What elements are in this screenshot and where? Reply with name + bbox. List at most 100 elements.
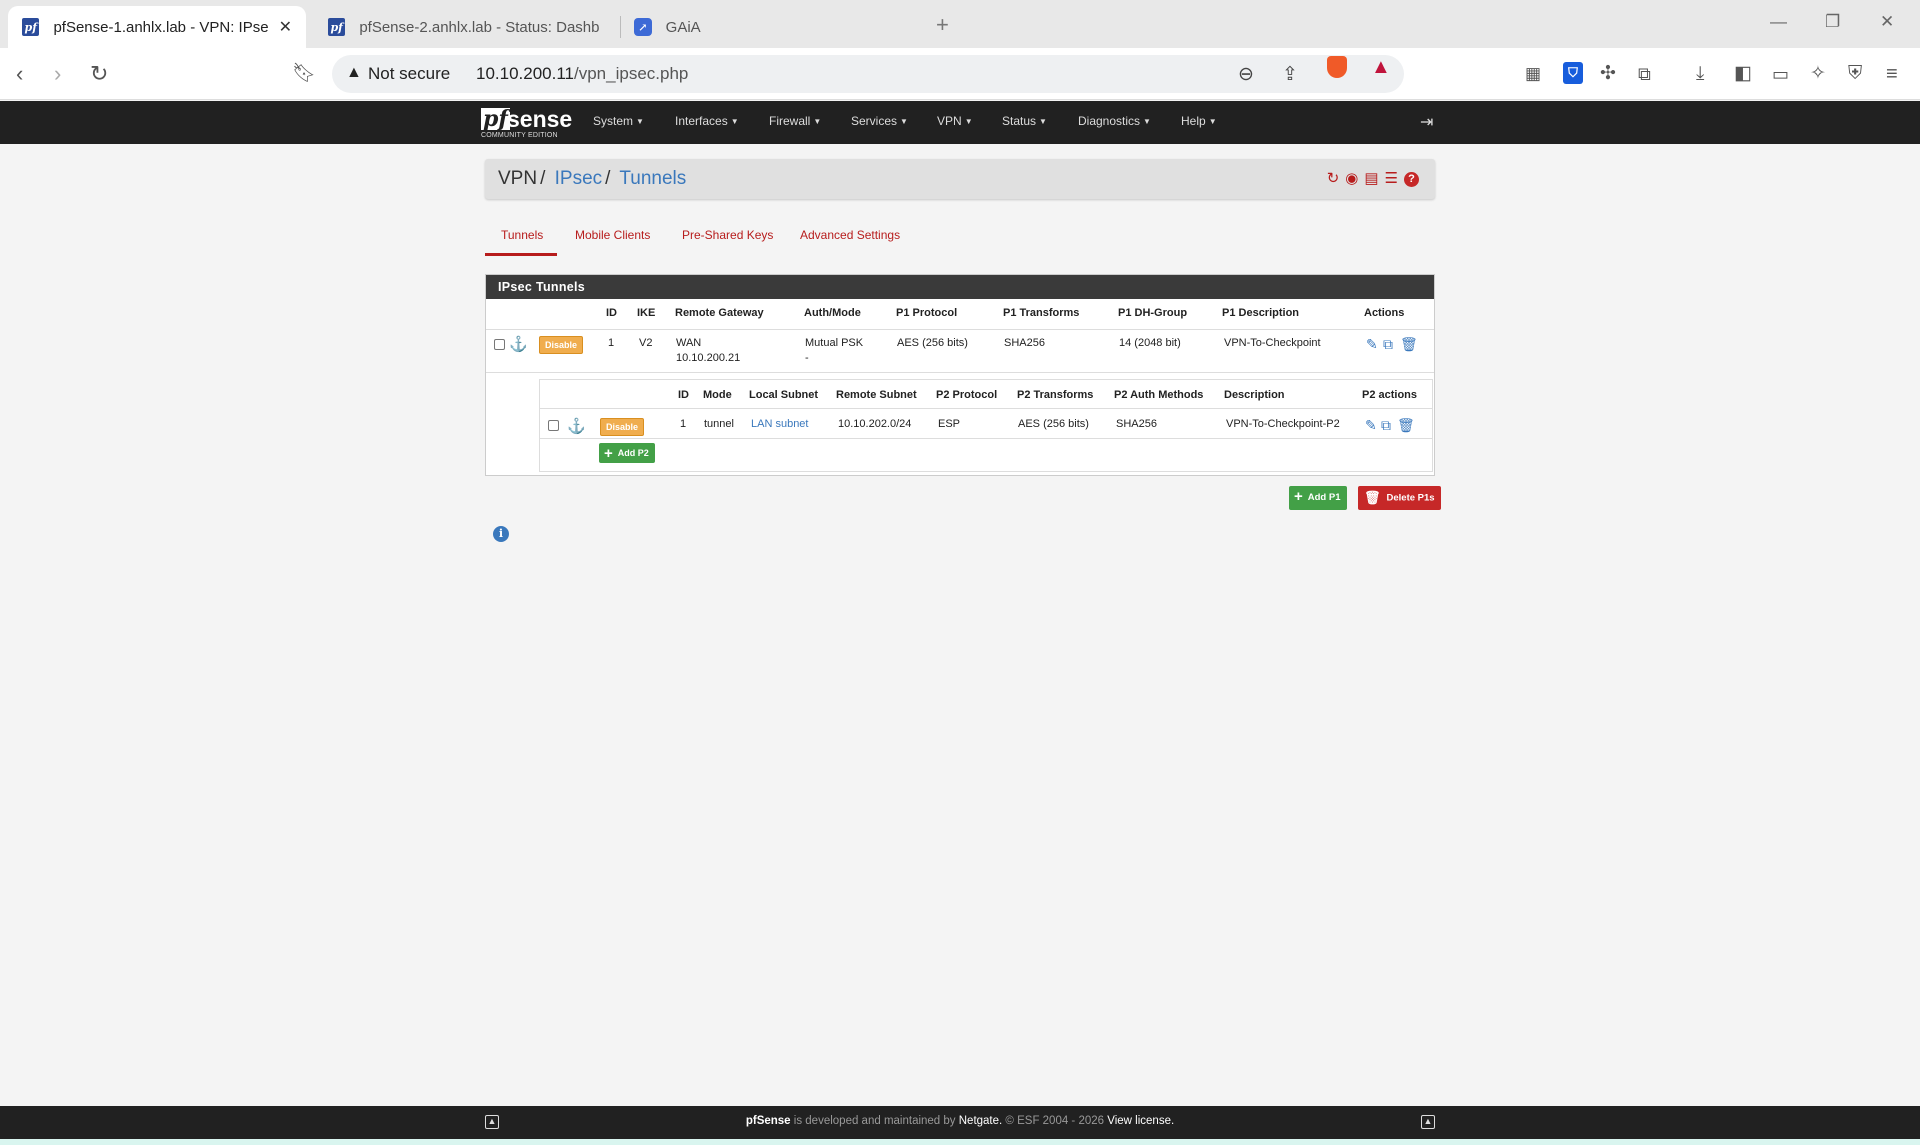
- footer-text-1: is developed and maintained by: [790, 1115, 959, 1127]
- nav-menu-diagnostics[interactable]: Diagnostics ▼: [1078, 114, 1151, 128]
- nav-menu-label: Services: [851, 114, 898, 128]
- url-text[interactable]: 10.10.200.11/vpn_ipsec.php: [476, 64, 688, 84]
- bitwarden-icon[interactable]: ⛉: [1563, 62, 1583, 84]
- back-icon[interactable]: ‹: [16, 62, 23, 86]
- leo-icon[interactable]: ✧: [1810, 62, 1826, 86]
- tab-title: pfSense-2.anhlx.lab - Status: Dashboard: [359, 18, 600, 36]
- footer-license-link[interactable]: View license.: [1107, 1115, 1174, 1127]
- extensions-icon[interactable]: ✣: [1600, 62, 1616, 86]
- add-p1-button[interactable]: + Add P1: [1289, 486, 1347, 510]
- footer-text: pfSense is developed and maintained by N…: [0, 1115, 1920, 1127]
- anchor-drag-icon[interactable]: ⚓: [567, 419, 586, 434]
- browser-tab-gaia[interactable]: ↗ GAiA: [620, 6, 920, 48]
- delete-p1s-button[interactable]: 🗑︎ Delete P1s: [1358, 486, 1441, 510]
- pfsense-favicon-icon: pf: [328, 18, 346, 36]
- nav-menu-system[interactable]: System ▼: [593, 114, 644, 128]
- zoom-icon[interactable]: ⊖: [1238, 63, 1254, 86]
- browser-tab-pfsense-2[interactable]: pf pfSense-2.anhlx.lab - Status: Dashboa…: [314, 6, 614, 48]
- nav-menu-help[interactable]: Help ▼: [1181, 114, 1217, 128]
- share-icon[interactable]: ⇪: [1282, 63, 1298, 86]
- p1-auth-mode: -: [805, 352, 809, 364]
- plus-icon: +: [1294, 488, 1303, 506]
- add-p2-button[interactable]: + Add P2: [599, 443, 655, 463]
- footer-brand: pfSense: [745, 1115, 791, 1127]
- status-chart-icon[interactable]: ▤: [1364, 170, 1378, 188]
- p2-local-subnet[interactable]: LAN subnet: [751, 417, 808, 432]
- footer-copyright: © ESF 2004 - 2026: [1002, 1115, 1108, 1127]
- col-header-p1-dh-group: P1 DH-Group: [1118, 307, 1188, 319]
- info-icon[interactable]: i: [493, 526, 509, 542]
- security-label[interactable]: Not secure: [368, 64, 450, 84]
- p2-select-checkbox[interactable]: [548, 420, 559, 431]
- nav-menu-label: Interfaces: [675, 114, 728, 128]
- tab-title: pfSense-1.anhlx.lab - VPN: IPsec: [53, 18, 269, 36]
- help-icon[interactable]: ?: [1404, 171, 1419, 187]
- caret-down-icon: ▼: [1143, 117, 1151, 127]
- p2-disable-button[interactable]: Disable: [600, 418, 645, 436]
- edit-p1-icon[interactable]: ✎: [1366, 337, 1378, 351]
- reload-icon[interactable]: ↻: [90, 62, 108, 86]
- nav-menu-services[interactable]: Services ▼: [851, 114, 908, 128]
- nav-menu-interfaces[interactable]: Interfaces ▼: [675, 114, 739, 128]
- caret-down-icon: ▼: [730, 117, 739, 127]
- nav-menu-firewall[interactable]: Firewall ▼: [769, 114, 821, 128]
- local-subnet-link[interactable]: LAN subnet: [751, 418, 808, 430]
- sidebar-icon[interactable]: ◧: [1734, 62, 1752, 86]
- p1-ike: V2: [639, 337, 653, 349]
- col-header-local-subnet: Local Subnet: [749, 389, 819, 401]
- close-tab-icon[interactable]: ✕: [279, 17, 292, 37]
- caret-down-icon: ▼: [900, 117, 908, 127]
- logo-subtitle: COMMUNITY EDITION: [481, 132, 558, 139]
- brave-shields-icon[interactable]: [1327, 56, 1347, 78]
- brave-rewards-icon[interactable]: ▲: [1371, 56, 1391, 79]
- menu-icon[interactable]: ≡: [1886, 62, 1898, 86]
- caret-down-icon: ▼: [1039, 117, 1047, 127]
- edit-p2-icon[interactable]: ✎: [1365, 418, 1377, 432]
- p1-select-checkbox[interactable]: [494, 339, 505, 350]
- download-icon[interactable]: ⤓: [1696, 62, 1704, 86]
- tab-pre-shared-keys[interactable]: Pre-Shared Keys: [682, 228, 773, 242]
- forward-icon[interactable]: ›: [54, 62, 61, 86]
- footer-company-link[interactable]: Netgate.: [959, 1115, 1002, 1127]
- pfsense-logo[interactable]: pf sense COMMUNITY EDITION: [481, 106, 572, 140]
- delete-p1-icon[interactable]: 🗑︎: [1400, 337, 1418, 351]
- copy-p1-icon[interactable]: ⧉: [1383, 337, 1393, 351]
- col-header-ike: IKE: [637, 307, 656, 319]
- log-icon[interactable]: ☰: [1385, 170, 1398, 188]
- stop-service-icon[interactable]: ◉: [1345, 170, 1358, 188]
- tab-tunnels[interactable]: Tunnels: [501, 228, 543, 242]
- p1-disable-button[interactable]: Disable: [539, 336, 584, 354]
- logo-pf: pf: [481, 106, 510, 132]
- p1-gateway-interface: WAN: [676, 337, 702, 349]
- scroll-top-icon[interactable]: ▲: [1421, 1115, 1435, 1129]
- screenshot-icon[interactable]: ⧉: [1638, 62, 1651, 86]
- row-divider: [486, 329, 1434, 330]
- p2-description: VPN-To-Checkpoint-P2: [1226, 418, 1340, 430]
- nav-menu-vpn[interactable]: VPN ▼: [937, 114, 973, 128]
- tab-title: GAiA: [665, 18, 701, 36]
- anchor-drag-icon[interactable]: ⚓: [509, 337, 528, 352]
- restore-icon[interactable]: ❐: [1825, 12, 1840, 32]
- wallet-icon[interactable]: ▭: [1772, 62, 1789, 86]
- restart-service-icon[interactable]: ↻: [1327, 170, 1340, 188]
- minimize-icon[interactable]: —: [1770, 12, 1787, 32]
- nav-menu-status[interactable]: Status ▼: [1002, 114, 1047, 128]
- delete-p2-icon[interactable]: 🗑︎: [1397, 418, 1415, 432]
- vpn-icon[interactable]: ⛨: [1848, 62, 1862, 86]
- bookmark-icon[interactable]: 🔖︎: [292, 62, 316, 86]
- copy-p2-icon[interactable]: ⧉: [1381, 418, 1391, 432]
- close-window-icon[interactable]: ✕: [1880, 12, 1894, 32]
- tab-mobile-clients[interactable]: Mobile Clients: [575, 228, 650, 242]
- new-tab-button[interactable]: +: [936, 12, 949, 38]
- col-header-p2-actions: P2 actions: [1362, 389, 1418, 401]
- qr-icon[interactable]: ▦: [1525, 62, 1541, 86]
- row-divider: [540, 408, 1432, 409]
- tab-advanced-settings[interactable]: Advanced Settings: [800, 228, 900, 242]
- breadcrumb-ipsec[interactable]: IPsec: [555, 168, 603, 189]
- breadcrumb-trail: VPN / IPsec / Tunnels: [498, 168, 687, 189]
- logout-icon[interactable]: ⇥: [1420, 112, 1433, 132]
- address-bar[interactable]: ▲ Not secure 10.10.200.11/vpn_ipsec.php …: [332, 55, 1404, 93]
- browser-tab-pfsense-1[interactable]: pf pfSense-1.anhlx.lab - VPN: IPsec ✕: [8, 6, 306, 48]
- nav-menu-label: System: [593, 114, 634, 128]
- breadcrumb-tunnels[interactable]: Tunnels: [619, 168, 686, 189]
